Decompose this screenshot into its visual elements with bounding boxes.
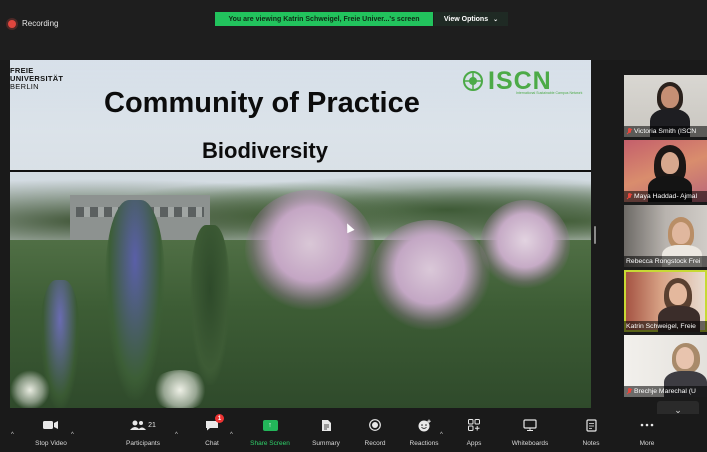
participant-name-label: Rebecca Rongstock Frei (624, 256, 707, 267)
video-options-caret-icon[interactable]: ^ (71, 432, 74, 438)
chat-bubble-icon: 1 (205, 414, 224, 436)
white-flower-blur (10, 370, 50, 408)
plant-stalk (190, 225, 230, 385)
participants-options-caret-icon[interactable]: ^ (175, 432, 178, 438)
participant-name-label: Maya Haddad- Ajmal (624, 191, 707, 202)
video-camera-icon (43, 414, 59, 436)
participant-face (676, 347, 694, 369)
record-icon (369, 414, 381, 436)
participant-tile[interactable]: Brechje Marechal (U (624, 335, 707, 397)
meeting-toolbar: ^ Stop Video ^ 21 Participants ^ 1 Chat … (0, 414, 707, 452)
chat-options-caret-icon[interactable]: ^ (230, 432, 233, 438)
summary-document-icon (321, 414, 332, 436)
participant-face (661, 86, 679, 108)
apps-button[interactable]: Apps (458, 414, 490, 452)
notes-button[interactable]: Notes (574, 414, 608, 452)
mic-muted-icon (626, 193, 632, 200)
viper-bugloss-flower (105, 200, 165, 400)
slide-subtitle: Biodiversity (202, 138, 328, 163)
white-flower-blur (150, 370, 210, 408)
whiteboard-icon (523, 414, 537, 436)
shared-screen: FREIE UNIVERSITÄT BERLIN Community of Pr… (10, 60, 591, 408)
participant-face (672, 222, 690, 244)
participant-tile[interactable]: Rebecca Rongstock Frei (624, 205, 707, 267)
more-ellipsis-icon (640, 414, 654, 436)
participant-tile[interactable]: Victoria Smith (ISCN (624, 75, 707, 137)
slide-divider-line (10, 170, 591, 172)
university-logo: FREIE UNIVERSITÄT BERLIN (10, 66, 64, 91)
recording-indicator[interactable]: Recording (8, 19, 58, 28)
share-screen-button[interactable]: ↑ Share Screen (246, 414, 294, 452)
more-button[interactable]: More (632, 414, 662, 452)
slide-background-meadow (10, 190, 591, 408)
chevron-down-icon: ⌄ (493, 16, 499, 23)
globe-leaf-icon (462, 70, 484, 92)
participant-face (669, 283, 687, 305)
soapwort-flower-cluster (245, 190, 375, 310)
org-logo: ISCN International Sustainable Campus Ne… (462, 68, 582, 95)
soapwort-flower-cluster (480, 200, 570, 290)
chat-unread-badge: 1 (215, 414, 224, 423)
reactions-options-caret-icon[interactable]: ^ (440, 432, 443, 438)
participants-button[interactable]: 21 Participants (118, 414, 168, 452)
recording-label: Recording (22, 19, 59, 28)
participant-name-label: Victoria Smith (ISCN (624, 126, 707, 137)
split-view-handle[interactable] (594, 226, 596, 244)
recording-dot-icon (8, 19, 16, 28)
mic-muted-icon (626, 128, 632, 135)
participants-count: 21 (148, 421, 156, 429)
org-tagline: International Sustainable Campus Network (516, 91, 583, 95)
slide-title: Community of Practice (104, 87, 420, 119)
chat-button[interactable]: 1 Chat (196, 414, 228, 452)
notes-icon (585, 414, 597, 436)
record-button[interactable]: Record (358, 414, 392, 452)
whiteboards-button[interactable]: Whiteboards (506, 414, 554, 452)
participant-face (661, 152, 679, 174)
view-options-button[interactable]: View Options ⌄ (434, 12, 508, 26)
participant-name-label: Brechje Marechal (U (624, 386, 707, 397)
participant-tile[interactable]: Maya Haddad- Ajmal (624, 140, 707, 202)
audio-options-caret-icon[interactable]: ^ (11, 432, 14, 438)
screen-share-banner: You are viewing Katrin Schweigel, Freie … (215, 12, 433, 26)
participant-name-label: Katrin Schweigel, Freie (624, 321, 707, 332)
participant-tile-active-speaker[interactable]: Katrin Schweigel, Freie (624, 270, 707, 332)
reactions-button[interactable]: Reactions (404, 414, 444, 452)
meeting-top-bar: Recording You are viewing Katrin Schweig… (0, 0, 707, 60)
mic-muted-icon (626, 388, 632, 395)
emoji-smile-icon (418, 414, 431, 436)
apps-grid-icon (468, 414, 480, 436)
share-screen-arrow-icon: ↑ (262, 419, 278, 431)
soapwort-flower-cluster (370, 220, 490, 330)
summary-button[interactable]: Summary (306, 414, 346, 452)
participants-icon (130, 420, 147, 430)
stop-video-button[interactable]: Stop Video (26, 414, 76, 452)
view-options-label: View Options (443, 15, 489, 23)
